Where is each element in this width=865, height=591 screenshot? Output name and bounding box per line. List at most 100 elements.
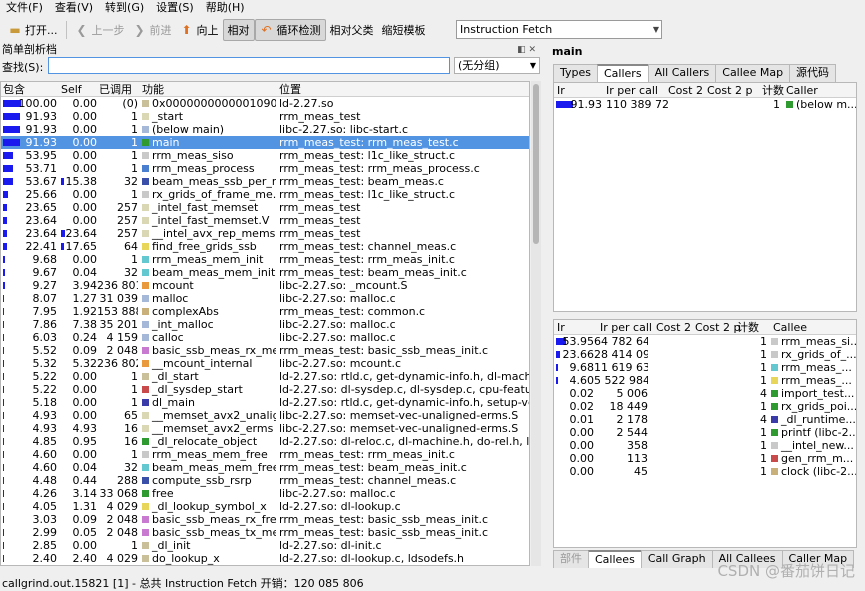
up-button[interactable]: ⬆ 向上 <box>176 19 223 41</box>
table-row[interactable]: 4.48 0.44 288 compute_ssb_rsrp rrm_meas_test… <box>1 474 529 487</box>
table-row[interactable]: 0.00 45 1 clock (libc-2... <box>554 465 857 478</box>
vertical-scrollbar[interactable] <box>531 81 541 566</box>
table-row[interactable]: 53.9564 782 641 1 rrm_meas_si... <box>554 335 856 348</box>
menu-view[interactable]: 查看(V) <box>49 0 99 16</box>
table-row[interactable]: 4.26 3.14 33 068 free libc-2.27.so: malloc.c <box>1 487 529 500</box>
col-inclusive[interactable]: 包含 <box>3 83 25 96</box>
relative-parent-toggle[interactable]: 相对父类 <box>326 19 378 41</box>
table-row[interactable]: 23.64 0.00 257 _intel_fast_memset.V rrm_meas… <box>1 214 529 227</box>
event-type-select[interactable]: Instruction Fetch ▼ <box>456 20 662 39</box>
table-row[interactable]: 91.93 0.00 1 _start rrm_meas_test <box>1 110 529 123</box>
grouping-select[interactable]: (无分组) ▼ <box>454 57 540 74</box>
tab-callees[interactable]: Callees <box>588 550 642 568</box>
table-row[interactable]: 4.60 0.04 32 beam_meas_mem_free rrm_meas_tes… <box>1 461 529 474</box>
back-button[interactable]: ❮ 上一步 <box>71 19 129 41</box>
table-row[interactable]: 7.86 7.38 35 201 _int_malloc libc-2.27.so: m… <box>1 318 529 331</box>
table-row[interactable]: 2.85 0.00 1 _dl_init ld-2.27.so: dl-init.c <box>1 539 529 552</box>
col-cost2[interactable]: Cost 2 <box>668 84 703 97</box>
table-row[interactable]: 53.71 0.00 1 rrm_meas_process rrm_meas_test:… <box>1 162 529 175</box>
tab-types[interactable]: Types <box>553 64 598 82</box>
callers-table[interactable]: Ir Ir per call Cost 2 Cost 2 p 计数 Caller… <box>553 82 857 312</box>
menu-file[interactable]: 文件(F) <box>0 0 49 16</box>
table-row[interactable]: 9.68 0.00 1 rrm_meas_mem_init rrm_meas_test:… <box>1 253 529 266</box>
flat-profile-table[interactable]: 包含 Self 已调用 功能 位置 100.00 0.00 (0) 0x0000000… <box>0 81 530 566</box>
col-called[interactable]: 已调用 <box>99 83 132 96</box>
table-row[interactable]: 3.03 0.09 2 048 basic_ssb_meas_rx_free rrm_m… <box>1 513 529 526</box>
col-caller[interactable]: Caller <box>786 84 818 97</box>
col-ir[interactable]: Ir <box>557 321 565 334</box>
table-row[interactable]: 0.02 18 449 1 rx_grids_poi... <box>554 400 857 413</box>
function-name-text: basic_ssb_meas_tx_me... <box>152 526 276 539</box>
relative-toggle[interactable]: 相对 <box>222 18 255 41</box>
table-row[interactable]: 2.99 0.05 2 048 basic_ssb_meas_tx_me... rrm_… <box>1 526 529 539</box>
call-count: 1 <box>760 400 767 413</box>
table-row[interactable]: 4.93 4.93 16 __memset_avx2_erms libc-2.27.so… <box>1 422 529 435</box>
table-row[interactable]: 5.22 0.00 1 _dl_start ld-2.27.so: rtld.c, ge… <box>1 370 529 383</box>
table-row[interactable]: 53.67 15.38 32 beam_meas_ssb_per_m...rrm_me… <box>1 175 529 188</box>
table-row[interactable]: 5.52 0.09 2 048 basic_ssb_meas_rx_me... rrm_… <box>1 344 529 357</box>
table-row[interactable]: 4.05 1.31 4 029 _dl_lookup_symbol_x ld-2.27.… <box>1 500 529 513</box>
col-ir-per-call[interactable]: Ir per call <box>606 84 658 97</box>
table-row[interactable]: 5.32 5.32 236 802 __mcount_internal libc-2.2… <box>1 357 529 370</box>
find-input[interactable] <box>48 57 450 74</box>
call-count: 2 048 <box>106 513 139 526</box>
tab-call-graph[interactable]: Call Graph <box>640 550 713 568</box>
table-row[interactable]: 2.40 2.40 4 029 do_lookup_x ld-2.27.so: dl-l… <box>1 552 529 565</box>
table-row[interactable]: 5.18 0.00 1 dl_main ld-2.27.so: rtld.c, get-… <box>1 396 529 409</box>
function-name-text: (below main) <box>152 123 225 136</box>
table-row[interactable]: 0.00 358 1 __intel_new... <box>554 439 856 452</box>
table-row[interactable]: 23.6628 414 092 1 rx_grids_of_... <box>554 348 856 361</box>
table-row[interactable]: 9.67 0.04 32 beam_meas_mem_init rrm_meas_tes… <box>1 266 529 279</box>
col-self[interactable]: Self <box>61 83 82 96</box>
table-row[interactable]: 0.00 2 544 1 printf (libc-2... <box>554 426 857 439</box>
table-row[interactable]: 4.60 5 522 984 1 rrm_meas_... <box>554 374 856 387</box>
table-row[interactable]: 7.95 1.92 153 888 complexAbs rrm_meas_test: … <box>1 305 529 318</box>
col-cost2[interactable]: Cost 2 <box>656 321 691 334</box>
table-row[interactable]: 23.64 23.64 257 __intel_avx_rep_memset rrm_m… <box>1 227 529 240</box>
table-row[interactable]: 25.66 0.00 1 rx_grids_of_frame_me... rrm_mea… <box>1 188 529 201</box>
table-row[interactable]: 23.65 0.00 257 _intel_fast_memset rrm_meas_t… <box>1 201 529 214</box>
table-row[interactable]: 22.41 17.65 64 find_free_grids_ssb rrm_meas_… <box>1 240 529 253</box>
callees-table[interactable]: Ir Ir per call Cost 2 Cost 2 p 计数 Callee… <box>553 319 857 548</box>
menu-settings[interactable]: 设置(S) <box>150 0 200 16</box>
scrollbar-thumb[interactable] <box>533 84 539 244</box>
open-button[interactable]: ▬ 打开... <box>4 19 62 41</box>
menu-go[interactable]: 转到(G) <box>99 0 150 16</box>
col-ir-per-call[interactable]: Ir per call <box>600 321 652 334</box>
table-row[interactable]: 91.93110 389 729 1 (below m... <box>554 98 856 111</box>
col-callee[interactable]: Callee <box>773 321 807 334</box>
table-row[interactable]: 53.95 0.00 1 rrm_meas_siso rrm_meas_test: l1… <box>1 149 529 162</box>
table-row[interactable]: 4.93 0.00 65 __memset_avx2_unalig...libc-2.… <box>1 409 529 422</box>
col-cost2-per-call[interactable]: Cost 2 p <box>707 84 752 97</box>
col-ir[interactable]: Ir <box>557 84 565 97</box>
function-location: rrm_meas_test <box>279 227 361 240</box>
table-row[interactable]: 100.00 0.00 (0) 0x0000000000001090 ld-2.27.s… <box>1 97 529 110</box>
col-location[interactable]: 位置 <box>279 83 301 96</box>
table-row[interactable]: 9.6811 619 638 1 rrm_meas_... <box>554 361 856 374</box>
table-row[interactable]: 91.93 0.00 1 main rrm_meas_test: rrm_meas_te… <box>1 136 529 149</box>
table-row[interactable]: 0.02 5 006 4 import_test... <box>554 387 856 400</box>
menu-help[interactable]: 帮助(H) <box>200 0 251 16</box>
shorten-templates-toggle[interactable]: 缩短模板 <box>378 19 430 41</box>
tab-all-callers[interactable]: All Callers <box>647 64 717 82</box>
table-row[interactable]: 4.85 0.95 16 _dl_relocate_object ld-2.27.so:… <box>1 435 529 448</box>
table-row[interactable]: 0.00 113 1 gen_rrm_m... <box>554 452 856 465</box>
col-function[interactable]: 功能 <box>142 83 164 96</box>
tab-callee-map[interactable]: Callee Map <box>715 64 791 82</box>
dock-buttons[interactable]: ◧ ✕ <box>517 43 536 57</box>
table-row[interactable]: 8.07 1.27 31 039 malloc libc-2.27.so: malloc… <box>1 292 529 305</box>
tab-source-code[interactable]: 源代码 <box>789 64 837 82</box>
col-count[interactable]: 计数 <box>762 84 784 97</box>
table-row[interactable]: 5.22 0.00 1 _dl_sysdep_start ld-2.27.so: dl-… <box>1 383 529 396</box>
table-row[interactable]: 9.27 3.94 236 801 mcount libc-2.27.so: _mcou… <box>1 279 529 292</box>
cycle-detection-toggle[interactable]: ↶ 循环检测 <box>254 18 326 41</box>
table-row[interactable]: 91.93 0.00 1 (below main) libc-2.27.so: libc… <box>1 123 529 136</box>
col-count[interactable]: 计数 <box>737 321 759 334</box>
tab-callers[interactable]: Callers <box>597 64 649 82</box>
table-row[interactable]: 6.03 0.24 4 159 calloc libc-2.27.so: malloc.… <box>1 331 529 344</box>
col-cost2-per-call[interactable]: Cost 2 p <box>695 321 740 334</box>
tab-parts[interactable]: 部件 <box>553 550 589 568</box>
table-row[interactable]: 4.60 0.00 1 rrm_meas_mem_free rrm_meas_test:… <box>1 448 529 461</box>
table-row[interactable]: 0.01 2 178 4 _dl_runtime... <box>554 413 856 426</box>
forward-button[interactable]: ❯ 前进 <box>129 19 176 41</box>
